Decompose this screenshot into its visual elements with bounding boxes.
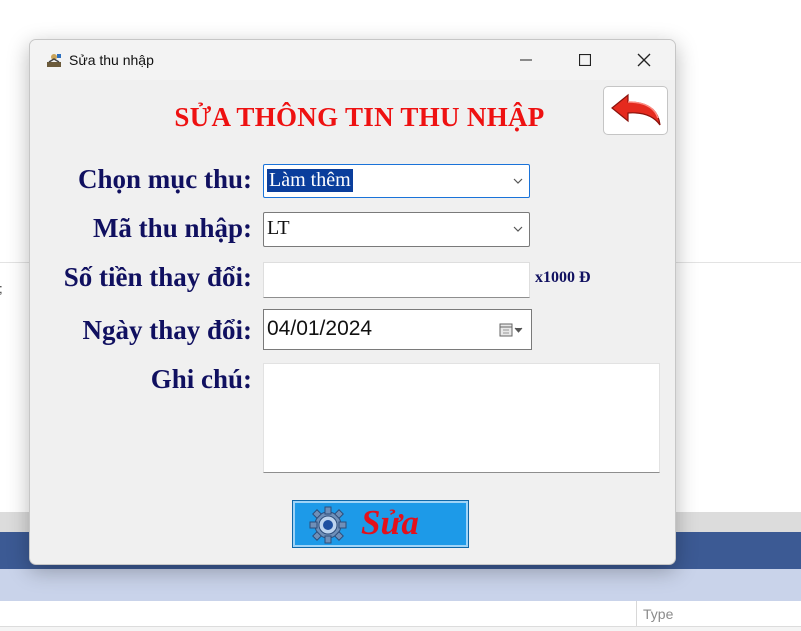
edit-income-window: Sửa thu nhập SỬA THÔNG TIN THU NHẬP Chọn… xyxy=(29,39,676,565)
maximize-button[interactable] xyxy=(556,40,614,80)
chevron-down-icon xyxy=(513,226,523,232)
date-value: 04/01/2024 xyxy=(267,317,373,340)
column-header-label: Type xyxy=(643,606,674,622)
amount-input[interactable] xyxy=(263,262,530,298)
window-title: Sửa thu nhập xyxy=(69,52,154,68)
title-bar[interactable]: Sửa thu nhập xyxy=(30,40,675,80)
income-code-label: Mã thu nhập: xyxy=(92,213,252,243)
income-code-select[interactable]: LT xyxy=(263,212,530,247)
category-select[interactable]: Làm thêm xyxy=(263,164,530,198)
background-table-body xyxy=(0,626,801,631)
chevron-down-icon xyxy=(513,178,523,184)
note-textarea[interactable] xyxy=(263,363,660,473)
category-label: Chọn mục thu: xyxy=(77,164,252,194)
amount-unit-label: x1000 Đ xyxy=(535,269,591,286)
category-value: Làm thêm xyxy=(267,169,353,192)
minimize-icon xyxy=(520,59,532,61)
back-arrow-icon xyxy=(610,93,661,125)
calendar-icon[interactable] xyxy=(499,323,525,337)
save-button-label: Sửa xyxy=(361,503,419,542)
amount-label: Số tiền thay đổi: xyxy=(63,262,252,292)
background-text-fragment: ; xyxy=(0,281,3,296)
save-button[interactable]: Sửa xyxy=(292,500,469,548)
close-button[interactable] xyxy=(615,40,673,80)
background-subheader-band xyxy=(0,569,801,601)
close-icon xyxy=(637,53,651,67)
form-title: SỬA THÔNG TIN THU NHẬP xyxy=(174,102,545,132)
maximize-icon xyxy=(579,54,591,66)
gear-icon xyxy=(309,506,347,544)
app-icon xyxy=(47,54,61,67)
back-button[interactable] xyxy=(603,86,668,135)
income-code-value: LT xyxy=(267,217,290,239)
minimize-button[interactable] xyxy=(497,40,555,80)
date-label: Ngày thay đổi: xyxy=(82,315,252,345)
background-column-header-type[interactable]: Type xyxy=(636,601,801,626)
note-label: Ghi chú: xyxy=(150,364,252,394)
date-picker[interactable]: 04/01/2024 xyxy=(263,309,532,350)
